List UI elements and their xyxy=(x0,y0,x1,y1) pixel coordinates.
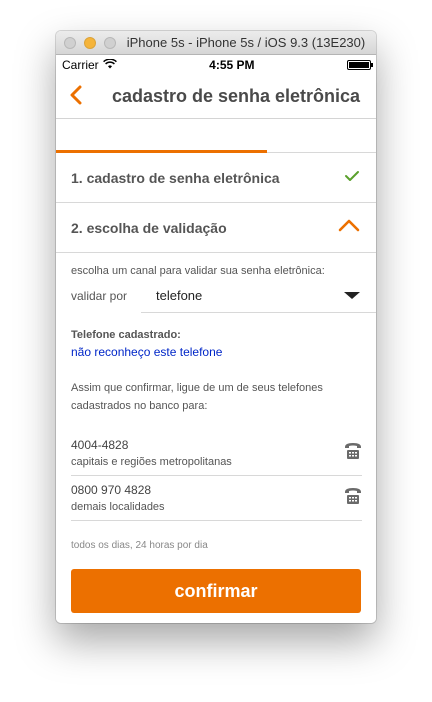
step-1-label: 1. cadastro de senha eletrônica xyxy=(71,169,280,186)
phone-info: 0800 970 4828 demais localidades xyxy=(71,483,165,513)
instruction-text: escolha um canal para validar sua senha … xyxy=(71,265,325,277)
hours-text: todos os dias, 24 horas por dia xyxy=(71,540,208,551)
step-1-header[interactable]: 1. cadastro de senha eletrônica xyxy=(56,153,376,203)
status-left: Carrier xyxy=(62,58,117,72)
status-bar: Carrier 4:55 PM xyxy=(56,55,376,75)
confirm-button[interactable]: confirmar xyxy=(71,569,361,613)
phone-row[interactable]: 0800 970 4828 demais localidades xyxy=(71,476,362,521)
progress-area xyxy=(56,119,376,153)
phone-description: capitais e regiões metropolitanas xyxy=(71,456,232,468)
page-title: cadastro de senha eletrônica xyxy=(111,86,361,106)
phone-list: 4004-4828 capitais e regiões metropolita… xyxy=(71,431,362,521)
window-controls xyxy=(64,36,116,49)
phone-row[interactable]: 4004-4828 capitais e regiões metropolita… xyxy=(71,431,362,476)
zoom-window-button[interactable] xyxy=(104,36,116,49)
telephone-icon xyxy=(344,487,362,510)
registered-phone-label: Telefone cadastrado: xyxy=(71,329,181,341)
simulator-window: iPhone 5s - iPhone 5s / iOS 9.3 (13E230)… xyxy=(56,31,376,623)
channel-select-value: telefone xyxy=(156,288,203,303)
phone-number: 0800 970 4828 xyxy=(71,483,152,497)
minimize-window-button[interactable] xyxy=(84,36,96,49)
close-window-button[interactable] xyxy=(64,36,76,49)
step-2-header[interactable]: 2. escolha de validação xyxy=(56,203,376,253)
window-title: iPhone 5s - iPhone 5s / iOS 9.3 (13E230) xyxy=(126,35,366,50)
unrecognized-phone-link[interactable]: não reconheço este telefone xyxy=(71,345,361,359)
phone-description: demais localidades xyxy=(71,501,165,513)
chevron-up-icon xyxy=(338,218,360,237)
chevron-left-icon xyxy=(69,85,83,110)
telephone-icon xyxy=(344,442,362,465)
carrier-label: Carrier xyxy=(62,58,99,72)
navigation-bar: cadastro de senha eletrônica xyxy=(56,75,376,119)
back-button[interactable] xyxy=(64,85,88,109)
progress-bar xyxy=(56,150,268,153)
status-time: 4:55 PM xyxy=(209,58,255,72)
phone-number: 4004-4828 xyxy=(71,438,129,452)
step-2-label: 2. escolha de validação xyxy=(71,219,227,236)
check-icon xyxy=(344,169,360,187)
caret-down-icon xyxy=(343,287,361,305)
battery-icon xyxy=(347,60,373,70)
device-screen: Carrier 4:55 PM cadastro de senha eletrô… xyxy=(56,55,376,623)
channel-select[interactable]: telefone xyxy=(141,279,376,313)
wifi-icon xyxy=(102,58,117,72)
info-text: Assim que confirmar, ligue de um de seus… xyxy=(71,382,323,412)
validate-row: validar por telefone xyxy=(71,279,376,313)
window-titlebar: iPhone 5s - iPhone 5s / iOS 9.3 (13E230) xyxy=(56,31,376,55)
phone-info: 4004-4828 capitais e regiões metropolita… xyxy=(71,438,232,468)
validation-content: escolha um canal para validar sua senha … xyxy=(56,253,376,613)
